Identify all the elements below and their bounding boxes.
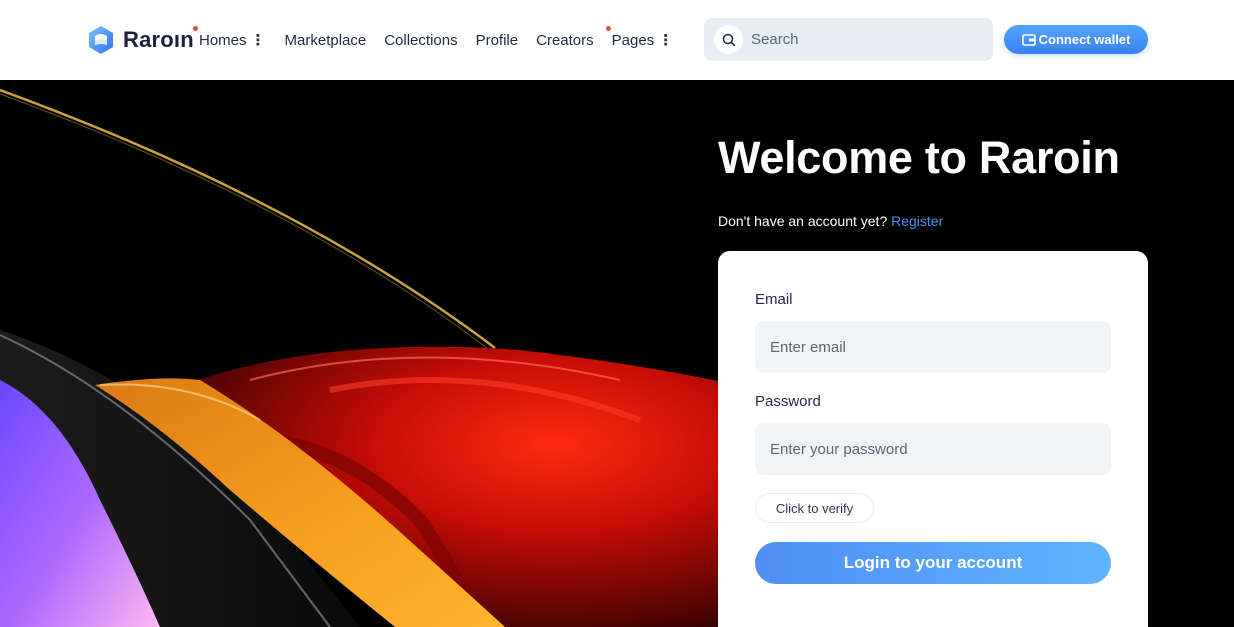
nav-label: Pages [611,31,655,49]
nav-label: Creators [536,31,594,49]
brand-name: Raroın [123,27,194,52]
brand-logo[interactable]: Raroın [85,24,194,56]
email-field[interactable] [755,321,1111,373]
search-bar [704,18,993,61]
nav-item-profile[interactable]: Profile [476,32,519,49]
page-title: Welcome to Raroin [718,132,1120,183]
nav-label: Profile [475,31,519,49]
main-nav: Homes ⋮ Marketplace Collections Profile … [193,26,673,52]
login-form: Email Password Click to verify Login to … [718,251,1148,627]
logo-icon [89,26,113,54]
nav-item-collections[interactable]: Collections [384,32,457,49]
nav-item-marketplace[interactable]: Marketplace [285,32,367,49]
search-button[interactable] [714,25,743,54]
search-input[interactable] [751,31,971,48]
more-vert-icon: ⋮ [250,32,266,49]
password-field[interactable] [755,423,1111,475]
more-vert-icon: ⋮ [658,32,673,49]
nav-item-pages[interactable]: Pages ⋮ [605,26,673,49]
hero-section: Welcome to Raroin Don't have an account … [0,80,1234,627]
email-label: Email [755,291,793,308]
abstract-artwork [0,80,760,627]
notification-dot [193,26,198,31]
nav-label: Homes [199,31,247,49]
search-icon [722,33,735,46]
wallet-icon [1021,33,1036,46]
navbar: Raroın Homes ⋮ Marketplace Collections P… [0,0,1234,80]
register-prompt: Don't have an account yet? Register [718,213,943,229]
register-prompt-text: Don't have an account yet? [718,213,888,229]
register-link[interactable]: Register [891,213,943,229]
nav-label: Collections [384,31,458,49]
password-label: Password [755,393,821,410]
connect-wallet-button[interactable]: Connect wallet [1004,25,1148,54]
nav-item-creators[interactable]: Creators [536,32,594,49]
nav-item-homes[interactable]: Homes ⋮ [193,26,266,49]
nav-label: Marketplace [284,31,367,49]
app-root: Raroın Homes ⋮ Marketplace Collections P… [0,0,1234,627]
verify-button[interactable]: Click to verify [755,493,874,523]
login-button[interactable]: Login to your account [755,542,1111,584]
notification-dot [605,26,611,31]
connect-wallet-label: Connect wallet [1038,32,1131,47]
